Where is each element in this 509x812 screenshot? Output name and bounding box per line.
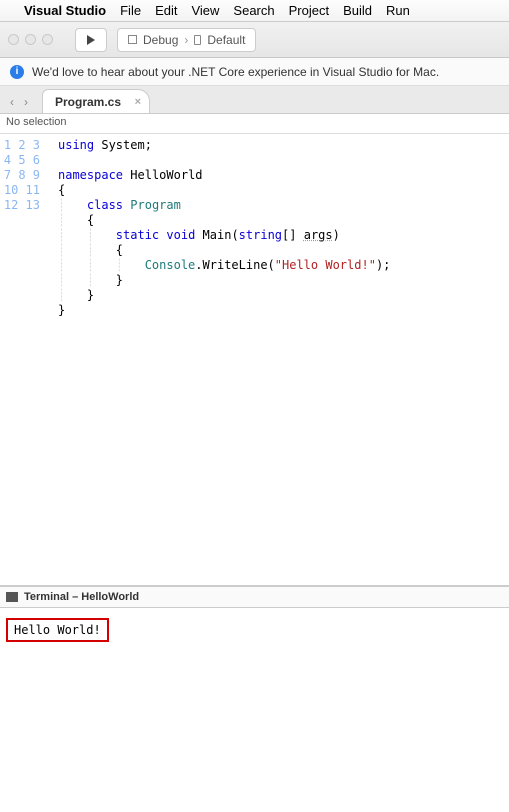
nav-back-button[interactable]: ‹: [10, 95, 14, 109]
terminal-icon: [6, 592, 18, 602]
config-label: Debug: [143, 33, 178, 47]
line-number-gutter: 1 2 3 4 5 6 7 8 9 10 11 12 13: [0, 134, 50, 585]
notification-bar[interactable]: i We'd love to hear about your .NET Core…: [0, 58, 509, 86]
app-name[interactable]: Visual Studio: [24, 3, 106, 18]
info-icon: i: [10, 65, 24, 79]
config-icon: [128, 35, 137, 44]
traffic-lights: [8, 34, 53, 45]
window-zoom-button[interactable]: [42, 34, 53, 45]
run-button[interactable]: [75, 28, 107, 52]
menu-run[interactable]: Run: [386, 3, 410, 18]
terminal-title: Terminal – HelloWorld: [24, 591, 139, 603]
breadcrumb-bar[interactable]: No selection: [0, 114, 509, 134]
window-close-button[interactable]: [8, 34, 19, 45]
menu-file[interactable]: File: [120, 3, 141, 18]
nav-forward-button[interactable]: ›: [24, 95, 28, 109]
code-editor[interactable]: 1 2 3 4 5 6 7 8 9 10 11 12 13 using Syst…: [0, 134, 509, 586]
tab-program-cs[interactable]: Program.cs ×: [42, 89, 150, 113]
terminal-header[interactable]: Terminal – HelloWorld: [0, 586, 509, 608]
tab-close-button[interactable]: ×: [135, 96, 141, 108]
terminal-output-highlight: Hello World!: [6, 618, 109, 642]
tab-strip: ‹ › Program.cs ×: [0, 86, 509, 114]
menu-build[interactable]: Build: [343, 3, 372, 18]
play-icon: [86, 35, 96, 45]
macos-menubar: Visual Studio File Edit View Search Proj…: [0, 0, 509, 22]
target-icon: [194, 35, 201, 45]
code-content[interactable]: using System; namespace HelloWorld { ┊ c…: [50, 134, 509, 585]
target-label: Default: [207, 33, 245, 47]
menu-project[interactable]: Project: [289, 3, 329, 18]
tab-title: Program.cs: [55, 95, 121, 109]
chevron-right-icon: ›: [184, 33, 188, 47]
menu-view[interactable]: View: [191, 3, 219, 18]
window-toolbar: Debug › Default: [0, 22, 509, 58]
menu-search[interactable]: Search: [233, 3, 274, 18]
window-minimize-button[interactable]: [25, 34, 36, 45]
terminal-output-area[interactable]: Hello World!: [0, 608, 509, 652]
notification-text: We'd love to hear about your .NET Core e…: [32, 65, 439, 79]
run-configuration-selector[interactable]: Debug › Default: [117, 28, 256, 52]
menu-edit[interactable]: Edit: [155, 3, 177, 18]
